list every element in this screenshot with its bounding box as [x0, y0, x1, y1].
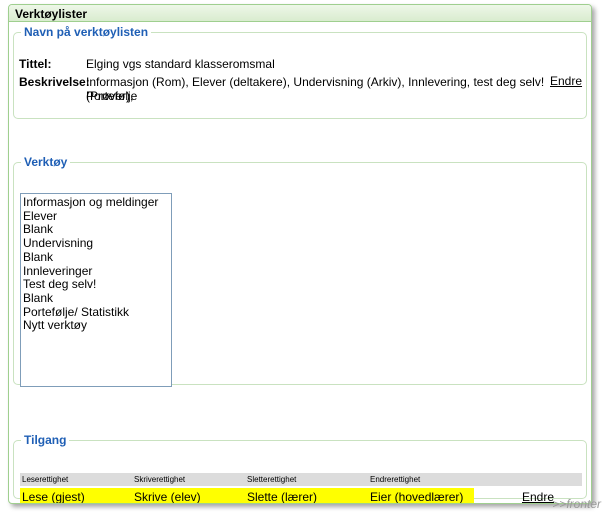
edit-access-link[interactable]: Endre [522, 490, 554, 503]
window-title: Verktøylister [9, 5, 591, 22]
value-write: Skrive (elev) [134, 490, 201, 504]
header-edit: Endrerettighet [370, 475, 421, 484]
fronter-logo: >>fronter [552, 497, 601, 511]
title-value: Elging vgs standard klasseromsmal [86, 57, 275, 71]
edit-name-link[interactable]: Endre [550, 74, 582, 88]
tool-item[interactable]: Elever [23, 209, 169, 224]
name-section-legend: Navn på verktøylisten [24, 25, 149, 39]
title-label: Tittel: [19, 57, 52, 71]
description-label: Beskrivelse: [19, 75, 90, 89]
access-section: Tilgang Leserettighet Skriverettighet Sl… [13, 433, 587, 503]
value-delete: Slette (lærer) [247, 490, 318, 504]
toolbar-lists-window: Verktøylister Navn på verktøylisten Titt… [8, 4, 592, 504]
permission-value-row: Lese (gjest) Skrive (elev) Slette (lærer… [20, 488, 474, 504]
tool-item[interactable]: Innleveringer [23, 264, 169, 279]
tool-item[interactable]: Blank [23, 291, 169, 306]
name-section: Navn på verktøylisten Tittel: Elging vgs… [13, 25, 587, 119]
description-line-1: Informasjon (Rom), Elever (deltakere), U… [86, 75, 545, 103]
permission-header-row: Leserettighet Skriverettighet Sletterett… [20, 473, 582, 486]
tool-item[interactable]: Test deg selv! [23, 278, 169, 292]
tools-listbox[interactable]: Informasjon og meldinger Elever Blank Un… [20, 193, 172, 387]
tool-item[interactable]: Undervisning [23, 236, 169, 251]
header-write: Skriverettighet [134, 475, 186, 484]
description-line-2: Portefølje [86, 89, 138, 103]
tools-section-legend: Verktøy [24, 155, 68, 169]
access-section-legend: Tilgang [24, 433, 67, 447]
tools-section: Verktøy Informasjon og meldinger Elever … [13, 155, 587, 387]
header-delete: Sletterettighet [247, 475, 297, 484]
tool-item[interactable]: Portefølje/ Statistikk [23, 305, 169, 320]
tool-item[interactable]: Blank [23, 250, 169, 265]
tool-item[interactable]: Blank [23, 223, 169, 237]
value-edit: Eier (hovedlærer) [370, 490, 464, 504]
tool-item[interactable]: Informasjon og meldinger [23, 195, 169, 210]
tool-item[interactable]: Nytt verktøy [23, 319, 169, 333]
value-read: Lese (gjest) [22, 490, 85, 504]
header-read: Leserettighet [22, 475, 69, 484]
